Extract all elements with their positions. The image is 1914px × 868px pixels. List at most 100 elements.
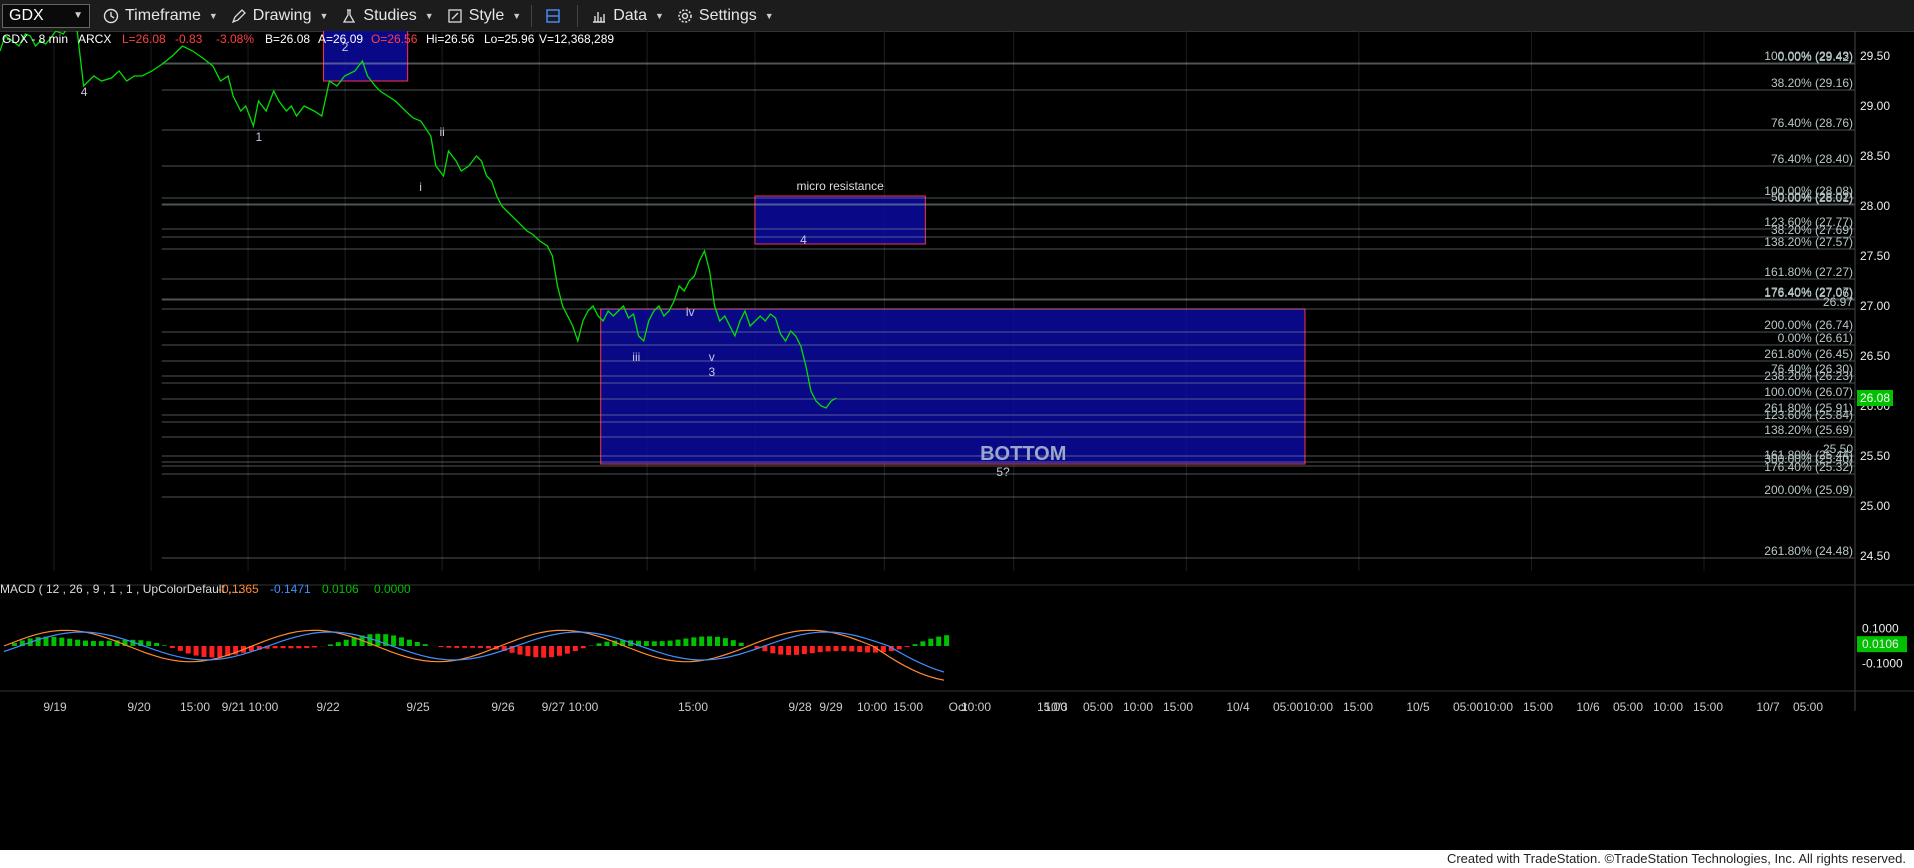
macd-histogram-bar	[667, 640, 673, 646]
macd-histogram-bar	[730, 640, 736, 646]
macd-histogram-bar	[525, 646, 531, 657]
fib-levels: 100.00% (29.43)0.00% (29.42)38.20% (29.1…	[161, 49, 1855, 559]
studies-menu[interactable]: Studies ▼	[340, 4, 434, 28]
macd-histogram-bar	[738, 642, 744, 646]
header-change: -0.83	[175, 32, 203, 46]
macd-histogram-bar	[833, 646, 839, 652]
x-tick-label: 15:00	[678, 700, 708, 714]
macd-histogram-bar	[533, 646, 539, 658]
y-tick-label: 29.50	[1860, 49, 1890, 63]
wave-label: 3	[708, 365, 715, 379]
macd-histogram-bar	[683, 638, 689, 646]
gear-icon	[678, 8, 692, 23]
studies-label: Studies	[363, 6, 417, 24]
style-menu[interactable]: Style ▼	[446, 4, 522, 28]
x-tick-label: 10:00	[857, 700, 887, 714]
macd-histogram-bar	[169, 646, 175, 649]
timeframe-menu[interactable]: Timeframe ▼	[102, 4, 218, 28]
macd-histogram-bar	[651, 641, 657, 646]
macd-histogram-bar	[438, 646, 444, 648]
last-price-label: 26.08	[1860, 391, 1890, 405]
fib-level-label: 261.80% (24.48)	[1764, 544, 1853, 558]
fib-level-label: 0.00% (29.42)	[1778, 50, 1853, 64]
wave-label: iv	[686, 305, 695, 319]
macd-histogram-bar	[454, 646, 460, 648]
macd-histogram-bar	[478, 646, 483, 648]
header-low: Lo=25.96	[484, 32, 535, 46]
timeframe-label: Timeframe	[125, 6, 201, 24]
macd-histogram-bar	[707, 636, 713, 646]
chart-grid	[53, 31, 1705, 571]
macd-value: 0.0000	[374, 582, 411, 596]
fib-level-label: 176.40% (25.32)	[1764, 460, 1853, 474]
fib-level-label: 76.40% (28.40)	[1771, 152, 1853, 166]
macd-panel: MACD ( 12 , 26 , 9 , 1 , 1 , UpColorDefa…	[0, 582, 1914, 681]
macd-value: -0.1471	[270, 582, 311, 596]
header-last: L=26.08	[122, 32, 166, 46]
chevron-down-icon: ▼	[424, 10, 434, 21]
macd-histogram-bar	[928, 638, 934, 646]
wave-label: 5?	[996, 465, 1010, 479]
fib-level-label: 123.60% (25.84)	[1764, 408, 1853, 422]
macd-y-tick: -0.1000	[1862, 657, 1903, 671]
macd-histogram-bar	[841, 646, 847, 652]
style-icon	[448, 8, 462, 23]
x-tick-label: 05:00	[1793, 700, 1823, 714]
time-axis: 9/19 9/20 15:00 9/21 10:00 9/22 9/25 9/26 9/27 …	[0, 690, 1914, 714]
header-bid: B=26.08	[265, 32, 310, 46]
fib-level-label: 100.00% (26.07)	[1764, 385, 1853, 399]
macd-histogram-bar	[825, 646, 831, 652]
x-tick-label: 9/25	[406, 700, 430, 714]
y-tick-label: 25.50	[1860, 449, 1890, 463]
macd-histogram-bar	[98, 641, 104, 646]
x-tick-label: 10/4	[1226, 700, 1250, 714]
symbol-label: GDX	[9, 6, 44, 24]
y-tick-label: 27.50	[1860, 249, 1890, 263]
x-tick-label: 15:00	[1523, 700, 1553, 714]
macd-histogram-bar	[201, 646, 207, 657]
macd-histogram-bar	[604, 641, 610, 646]
drawing-menu[interactable]: Drawing ▼	[230, 4, 329, 28]
macd-histogram-bar	[312, 646, 318, 648]
macd-value: 0.0106	[322, 582, 359, 596]
fib-level-label: 200.00% (26.74)	[1764, 318, 1853, 332]
header-volume: V=12,368,289	[539, 32, 614, 46]
pencil-icon	[231, 8, 246, 23]
wave-label: 1	[255, 130, 262, 144]
header-change-pct: -3.08%	[216, 32, 254, 46]
symbol-selector[interactable]: GDX ▼	[2, 3, 90, 28]
macd-histogram-bar	[801, 646, 807, 655]
x-tick-label: 05:00	[1613, 700, 1643, 714]
macd-histogram-bar	[549, 646, 555, 658]
price-axis: 29.5029.0028.5028.0027.5027.0026.5026.00…	[1854, 31, 1893, 711]
macd-histogram-bar	[896, 646, 902, 650]
fib-level-label: 200.00% (25.09)	[1764, 483, 1853, 497]
data-menu[interactable]: Data ▼	[590, 4, 664, 28]
price-chart[interactable]: 2micro resistanceBOTTOM 100.00% (29.43)0…	[0, 31, 1914, 850]
header-open: O=26.56	[371, 32, 418, 46]
macd-histogram-bar	[485, 646, 491, 649]
fib-level-label: 38.20% (29.16)	[1771, 76, 1853, 90]
x-tick-label: 10:00	[1653, 700, 1683, 714]
macd-histogram-bar	[296, 646, 302, 649]
macd-histogram-bar	[177, 646, 183, 651]
macd-histogram-bar	[327, 644, 333, 646]
chevron-down-icon: ▼	[319, 10, 329, 21]
wave-label: 4	[800, 233, 807, 247]
macd-histogram-bar	[11, 643, 17, 646]
macd-histogram-bar	[778, 646, 784, 655]
x-tick-label: 9/22	[316, 700, 340, 714]
macd-histogram-bar	[659, 641, 665, 646]
macd-histogram-bar	[794, 646, 799, 655]
macd-histogram-bar	[414, 642, 420, 646]
macd-histogram-bar	[154, 643, 160, 646]
macd-histogram-bar	[691, 637, 697, 646]
chevron-down-icon: ▼	[512, 10, 522, 21]
settings-menu[interactable]: Settings ▼	[676, 4, 774, 28]
x-tick-label: 05:00	[1083, 700, 1113, 714]
fib-level-label: 50.00% (28.02)	[1771, 190, 1853, 204]
header-exchange: ARCX	[78, 32, 111, 46]
y-tick-label: 27.00	[1860, 299, 1890, 313]
layout-button[interactable]	[544, 4, 567, 28]
macd-histogram-bar	[865, 646, 871, 653]
